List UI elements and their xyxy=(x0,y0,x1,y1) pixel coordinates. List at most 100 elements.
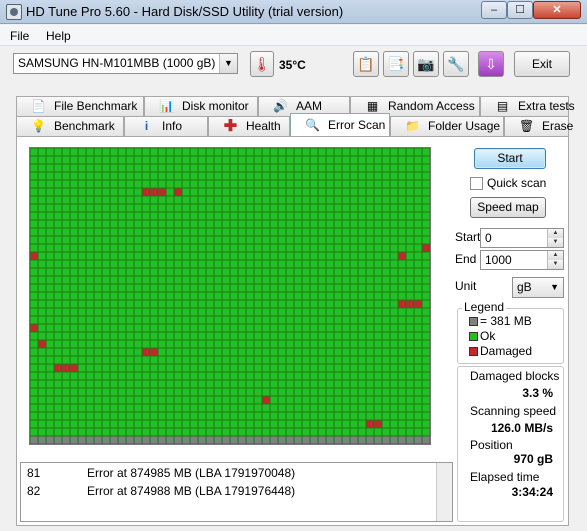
scan-block-ok xyxy=(390,236,398,244)
scan-block-ok xyxy=(110,420,118,428)
save-download-icon[interactable]: ⇩ xyxy=(478,51,504,77)
scan-block-ok xyxy=(222,164,230,172)
scan-block-damaged xyxy=(150,188,158,196)
scan-block-ok xyxy=(70,156,78,164)
scan-block-ok xyxy=(302,292,310,300)
close-button[interactable]: ✕ xyxy=(533,1,581,19)
spin-down-icon[interactable]: ▼ xyxy=(547,260,563,269)
scan-block-ok xyxy=(182,164,190,172)
scan-block-ok xyxy=(190,332,198,340)
scan-block-ok xyxy=(374,276,382,284)
tab-disk-monitor[interactable]: 📊 Disk monitor xyxy=(144,96,258,116)
scan-block-ok xyxy=(334,380,342,388)
scan-block-ok xyxy=(166,196,174,204)
scan-block-ok xyxy=(230,428,238,436)
tab-folder-usage[interactable]: 📁 Folder Usage xyxy=(390,116,504,136)
scan-block-ok xyxy=(398,348,406,356)
scan-block-ok xyxy=(150,324,158,332)
scan-block-ok xyxy=(222,428,230,436)
scan-block-ok xyxy=(406,348,414,356)
tab-file-benchmark[interactable]: 📄 File Benchmark xyxy=(16,96,144,116)
scan-block-ok xyxy=(166,292,174,300)
screenshot-camera-icon[interactable]: 📷 xyxy=(413,51,439,77)
log-scrollbar[interactable] xyxy=(436,463,452,521)
scan-block-ok xyxy=(78,340,86,348)
tab-health[interactable]: ✚ Health xyxy=(208,116,290,136)
scan-block-ok xyxy=(166,260,174,268)
tab-benchmark[interactable]: 💡 Benchmark xyxy=(16,116,124,136)
speed-map-button[interactable]: Speed map xyxy=(470,197,546,218)
scan-block-ok xyxy=(326,244,334,252)
scan-block-ok xyxy=(414,180,422,188)
scan-block-ok xyxy=(366,220,374,228)
scan-block-ok xyxy=(246,348,254,356)
unit-select[interactable]: gB ▼ xyxy=(512,277,564,298)
error-log-list[interactable]: 81 Error at 874985 MB (LBA 1791970048) 8… xyxy=(20,462,453,522)
spin-down-icon[interactable]: ▼ xyxy=(547,238,563,247)
scan-block-ok xyxy=(110,396,118,404)
start-spinbox[interactable]: 0 ▲ ▼ xyxy=(480,228,564,248)
scan-block-ok xyxy=(422,236,430,244)
scan-block-ok xyxy=(326,156,334,164)
scan-block-ok xyxy=(182,332,190,340)
tab-error-scan[interactable]: 🔍 Error Scan xyxy=(290,113,390,136)
scan-block-ok xyxy=(150,180,158,188)
scan-block-ok xyxy=(238,204,246,212)
scan-block-ok xyxy=(270,428,278,436)
scan-block-ok xyxy=(310,260,318,268)
quick-scan-checkbox[interactable] xyxy=(470,177,483,190)
tab-erase[interactable]: 🗑 Erase xyxy=(504,116,573,136)
scan-block-ok xyxy=(158,172,166,180)
maximize-button[interactable]: ☐ xyxy=(507,1,533,19)
scan-block-ok xyxy=(198,276,206,284)
scan-block-ok xyxy=(166,188,174,196)
scan-block-ok xyxy=(398,364,406,372)
scan-block-ok xyxy=(102,340,110,348)
scan-block-ok xyxy=(38,180,46,188)
scan-block-ok xyxy=(158,324,166,332)
scan-block-ok xyxy=(166,428,174,436)
drive-select[interactable]: SAMSUNG HN-M101MBB (1000 gB) ▼ xyxy=(13,53,238,74)
scan-block-ok xyxy=(262,308,270,316)
copy-log-icon[interactable]: 📑 xyxy=(383,51,409,77)
scan-block-ok xyxy=(310,244,318,252)
scan-block-ok xyxy=(254,372,262,380)
scan-block-ok xyxy=(294,316,302,324)
scan-block-ok xyxy=(326,252,334,260)
scan-block-ok xyxy=(326,212,334,220)
scan-block-ok xyxy=(78,212,86,220)
spin-up-icon[interactable]: ▲ xyxy=(547,229,563,238)
scan-block-ok xyxy=(94,396,102,404)
tab-info[interactable]: i Info xyxy=(124,116,208,136)
minimize-button[interactable]: – xyxy=(481,1,507,19)
scan-block-ok xyxy=(326,236,334,244)
scan-block-ok xyxy=(270,164,278,172)
exit-button[interactable]: Exit xyxy=(514,51,570,77)
scan-block-ok xyxy=(422,340,430,348)
scan-block-ok xyxy=(318,380,326,388)
menu-file[interactable]: File xyxy=(10,29,29,43)
menu-help[interactable]: Help xyxy=(46,29,71,43)
scan-block-ok xyxy=(318,172,326,180)
chevron-down-icon: ▼ xyxy=(219,54,237,73)
settings-icon[interactable]: 🔧 xyxy=(443,51,469,77)
scan-block-ok xyxy=(46,164,54,172)
start-button[interactable]: Start xyxy=(474,148,546,169)
scan-block-ok xyxy=(286,236,294,244)
tab-extra-tests[interactable]: ▤ Extra tests xyxy=(480,96,575,116)
scan-block-ok xyxy=(158,164,166,172)
scan-block-ok xyxy=(222,316,230,324)
scan-block-ok xyxy=(118,204,126,212)
scan-block-ok xyxy=(318,164,326,172)
spin-up-icon[interactable]: ▲ xyxy=(547,251,563,260)
scan-block-ok xyxy=(238,300,246,308)
end-spinbox[interactable]: 1000 ▲ ▼ xyxy=(480,250,564,270)
scan-block-ok xyxy=(246,388,254,396)
scan-block-ok xyxy=(294,300,302,308)
scan-block-ok xyxy=(358,324,366,332)
scan-block-ok xyxy=(398,308,406,316)
copy-info-icon[interactable]: 📋 xyxy=(353,51,379,77)
scan-block-ok xyxy=(102,388,110,396)
scan-block-ok xyxy=(390,324,398,332)
scan-block-ok xyxy=(302,156,310,164)
